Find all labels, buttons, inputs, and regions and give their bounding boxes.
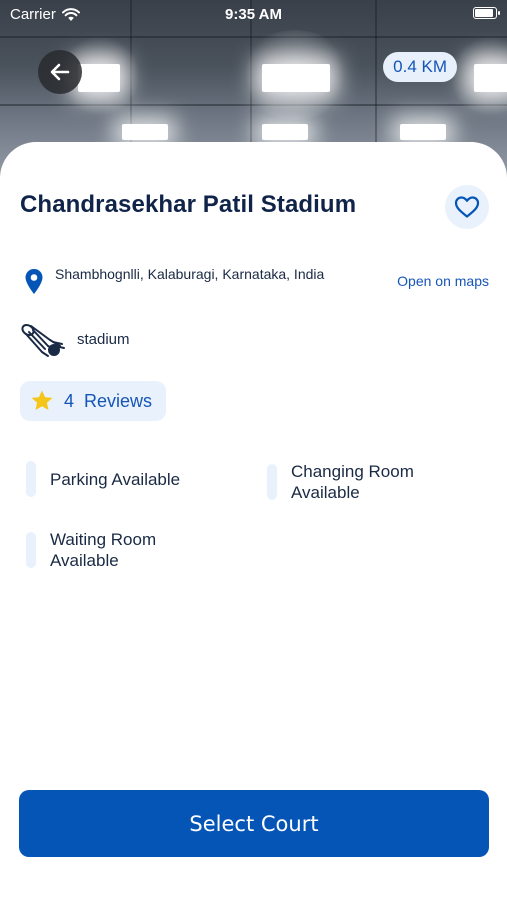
venue-details-card — [0, 142, 507, 900]
venue-address: Shambhognlli, Kalaburagi, Karnataka, Ind… — [55, 266, 325, 282]
back-button[interactable] — [38, 50, 82, 94]
status-bar: Carrier 9:35 AM — [0, 0, 507, 28]
battery-icon — [473, 7, 500, 19]
amenity-item: Parking Available — [26, 461, 240, 497]
open-on-maps-link[interactable]: Open on maps — [397, 273, 489, 289]
distance-badge: 0.4 KM — [383, 52, 457, 82]
amenity-label: Parking Available — [50, 469, 181, 489]
heart-outline-icon — [454, 196, 480, 218]
reviews-button[interactable]: 4 Reviews — [20, 381, 166, 421]
amenity-indicator — [26, 461, 36, 497]
amenity-indicator — [267, 464, 277, 500]
amenity-label: Waiting Room Available — [50, 530, 157, 570]
reviews-label: Reviews — [84, 390, 153, 411]
amenity-indicator — [26, 532, 36, 568]
arrow-left-icon — [50, 63, 70, 81]
amenity-item: Changing Room Available — [267, 461, 451, 503]
sport-type-label: stadium — [77, 331, 130, 348]
favorite-button[interactable] — [445, 185, 489, 229]
star-icon — [31, 390, 53, 410]
shuttlecock-icon — [21, 323, 65, 357]
clock: 9:35 AM — [225, 6, 282, 23]
review-count: 4 — [64, 390, 75, 411]
venue-title: Chandrasekhar Patil Stadium — [20, 191, 357, 218]
amenity-label: Changing Room Available — [291, 462, 414, 502]
select-court-button[interactable]: Select Court — [19, 790, 489, 857]
map-pin-icon — [25, 269, 43, 294]
amenity-item: Waiting Room Available — [26, 529, 200, 571]
